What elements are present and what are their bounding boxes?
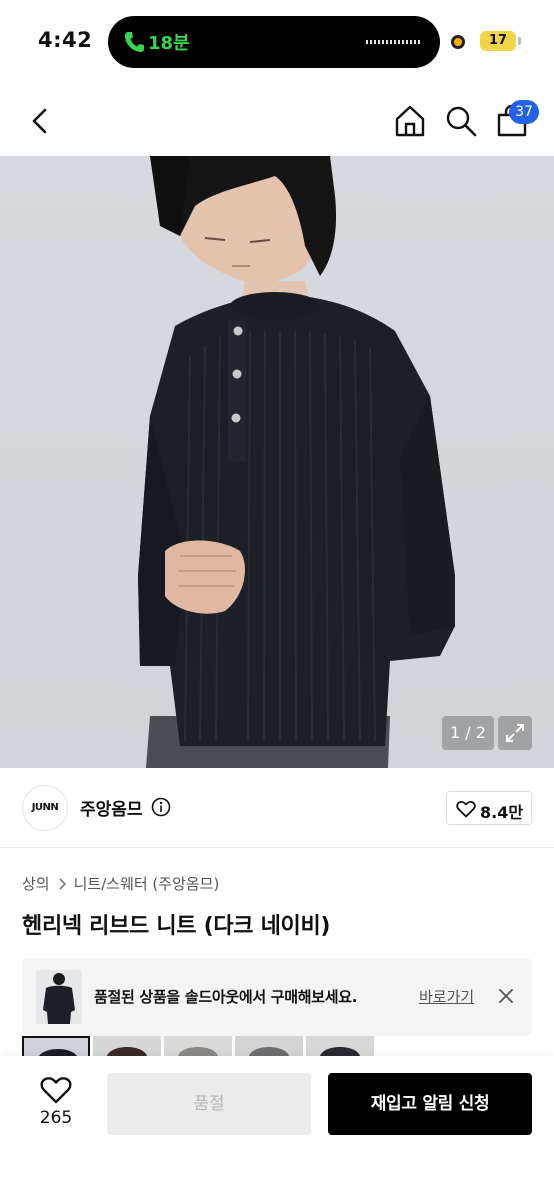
search-icon[interactable] xyxy=(444,104,478,138)
color-swatch[interactable] xyxy=(306,1036,374,1056)
color-swatch[interactable] xyxy=(235,1036,303,1056)
battery-level: 17 xyxy=(480,31,516,51)
battery-cap xyxy=(518,37,521,45)
restock-alert-button[interactable]: 재입고 알림 신청 xyxy=(328,1073,532,1135)
color-swatch[interactable] xyxy=(93,1036,161,1056)
color-swatch[interactable] xyxy=(22,1036,90,1056)
color-swatch[interactable] xyxy=(164,1036,232,1056)
expand-image-button[interactable] xyxy=(498,716,532,750)
breadcrumb-subcategory[interactable]: 니트/스웨터 (주앙옴므) xyxy=(74,873,220,894)
home-icon[interactable] xyxy=(393,104,427,138)
gallery-page-indicator: 1 / 2 xyxy=(442,716,494,750)
call-duration: 18분 xyxy=(148,33,190,54)
heart-icon[interactable] xyxy=(40,1076,72,1104)
banner-shortcut-link[interactable]: 바로가기 xyxy=(419,986,474,1007)
breadcrumb: 상의 니트/스웨터 (주앙옴므) xyxy=(22,873,219,894)
bottom-action-bar: 265 품절 재입고 알림 신청 xyxy=(0,1056,554,1200)
product-image-gallery[interactable]: 1 / 2 xyxy=(0,156,554,768)
breadcrumb-category[interactable]: 상의 xyxy=(22,873,50,894)
heart-icon xyxy=(456,801,476,818)
brand-like-button[interactable]: 8.4만 xyxy=(446,791,532,825)
dynamic-island[interactable]: 18분 xyxy=(108,16,440,68)
soldout-banner[interactable]: 품절된 상품을 솔드아웃에서 구매해보세요. 바로가기 xyxy=(22,958,532,1036)
soldout-button: 품절 xyxy=(107,1073,311,1135)
product-title: 헨리넥 리브드 니트 (다크 네이비) xyxy=(22,914,331,939)
brand-logo[interactable]: JUNN xyxy=(22,785,68,831)
expand-icon xyxy=(506,724,524,742)
brand-like-count: 8.4만 xyxy=(480,803,524,822)
info-icon[interactable] xyxy=(151,797,171,817)
chevron-right-icon xyxy=(59,877,66,890)
brand-name[interactable]: 주앙옴므 xyxy=(80,795,143,820)
audio-waveform-icon xyxy=(366,40,422,44)
close-icon[interactable] xyxy=(497,987,515,1005)
brand-row: JUNN 주앙옴므 8.4만 xyxy=(0,768,554,848)
top-nav: 37 xyxy=(0,84,554,156)
status-time: 4:42 xyxy=(38,28,93,52)
cart-count-badge: 37 xyxy=(509,100,539,124)
banner-thumbnail xyxy=(36,970,82,1024)
chevron-left-icon[interactable] xyxy=(26,106,54,136)
wish-count: 265 xyxy=(39,1108,73,1128)
banner-message: 품절된 상품을 솔드아웃에서 구매해보세요. xyxy=(94,988,358,1006)
phone-icon xyxy=(125,32,144,52)
color-swatch-row xyxy=(22,1036,374,1056)
status-bar: 4:42 18분 17 xyxy=(0,0,554,84)
privacy-indicator-icon xyxy=(451,35,465,49)
product-photo xyxy=(138,156,455,768)
